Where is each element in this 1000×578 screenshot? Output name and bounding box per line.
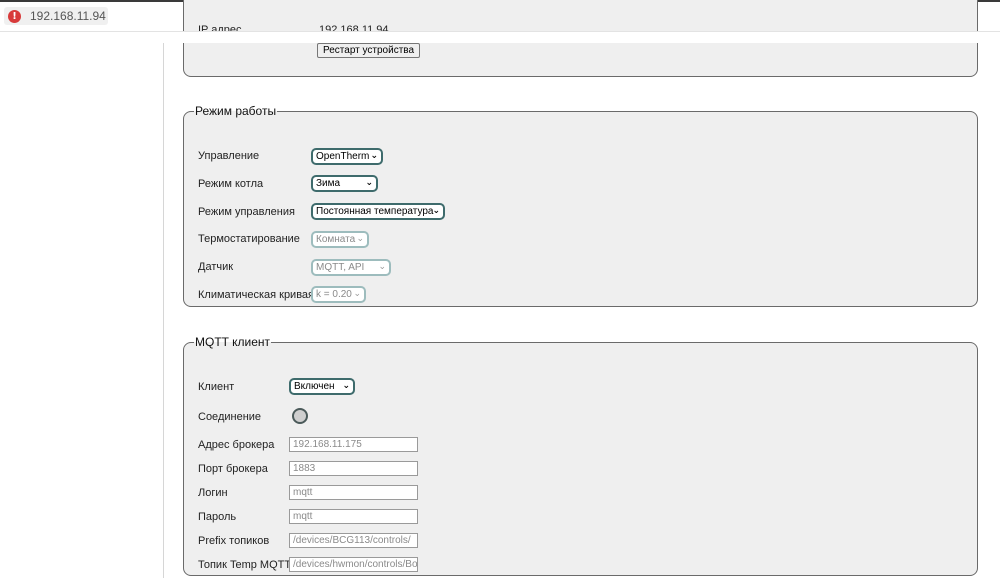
chevron-down-icon: ⌄ bbox=[353, 289, 361, 299]
curve-select[interactable]: k = 0.20 ⌄ bbox=[311, 286, 366, 303]
password-label: Пароль bbox=[198, 511, 237, 523]
sidebar-divider bbox=[163, 31, 164, 578]
broker-address-label: Адрес брокера bbox=[198, 439, 275, 451]
network-fieldset-overlay: Рестарт устройства bbox=[183, 0, 978, 77]
mode-fieldset: Режим работы Управление OpenTherm ⌄ Режим… bbox=[183, 104, 978, 307]
sensor-select-value: MQTT, API bbox=[316, 262, 365, 273]
curve-select-value: k = 0.20 bbox=[316, 289, 352, 300]
temp-topic-input[interactable]: /devices/hwmon/controls/Board Temperatur… bbox=[289, 557, 418, 572]
control-mode-label: Режим управления bbox=[198, 206, 295, 218]
client-label: Клиент bbox=[198, 381, 235, 393]
connection-status-indicator bbox=[292, 408, 308, 424]
control-label: Управление bbox=[198, 150, 260, 162]
control-select-value: OpenTherm bbox=[316, 151, 370, 162]
edge-cover bbox=[183, 32, 979, 34]
curve-label: Климатическая кривая bbox=[198, 289, 314, 301]
restart-button[interactable]: Рестарт устройства bbox=[317, 43, 421, 58]
client-select[interactable]: Включен ⌄ bbox=[289, 378, 355, 395]
chevron-down-icon: ⌄ bbox=[432, 206, 440, 216]
chevron-down-icon: ⌄ bbox=[365, 178, 373, 188]
thermostat-select-value: Комната bbox=[316, 234, 356, 245]
thermostat-select[interactable]: Комната ⌄ bbox=[311, 231, 369, 248]
prefix-input[interactable]: /devices/BCG113/controls/ bbox=[289, 533, 418, 548]
mode-legend: Режим работы bbox=[195, 104, 277, 118]
connection-label: Соединение bbox=[198, 411, 262, 423]
boiler-mode-select[interactable]: Зима ⌄ bbox=[311, 175, 378, 192]
login-label: Логин bbox=[198, 487, 228, 499]
chevron-down-icon: ⌄ bbox=[342, 381, 350, 391]
sensor-select[interactable]: MQTT, API ⌄ bbox=[311, 259, 391, 276]
sensor-label: Датчик bbox=[198, 261, 234, 273]
password-input[interactable]: mqtt bbox=[289, 509, 418, 524]
control-mode-select-value: Постоянная температура bbox=[316, 206, 434, 217]
thermostat-label: Термостатирование bbox=[198, 233, 300, 245]
prefix-label: Prefix топиков bbox=[198, 535, 270, 547]
boiler-mode-select-value: Зима bbox=[316, 178, 341, 189]
broker-port-input[interactable]: 1883 bbox=[289, 461, 418, 476]
boiler-mode-label: Режим котла bbox=[198, 178, 264, 190]
broker-port-label: Порт брокера bbox=[198, 463, 268, 475]
client-select-value: Включен bbox=[294, 381, 335, 392]
chevron-down-icon: ⌄ bbox=[356, 234, 364, 244]
mqtt-fieldset: MQTT клиент Клиент Включен ⌄ Соединение А… bbox=[183, 335, 978, 576]
control-mode-select[interactable]: Постоянная температура ⌄ bbox=[311, 203, 445, 220]
broker-address-input[interactable]: 192.168.11.175 bbox=[289, 437, 418, 452]
chevron-down-icon: ⌄ bbox=[370, 151, 378, 161]
mqtt-legend: MQTT клиент bbox=[195, 335, 270, 349]
login-input[interactable]: mqtt bbox=[289, 485, 418, 500]
chevron-down-icon: ⌄ bbox=[378, 262, 386, 272]
control-select[interactable]: OpenTherm ⌄ bbox=[311, 148, 383, 165]
temp-topic-label: Топик Temp MQTT bbox=[198, 559, 292, 571]
